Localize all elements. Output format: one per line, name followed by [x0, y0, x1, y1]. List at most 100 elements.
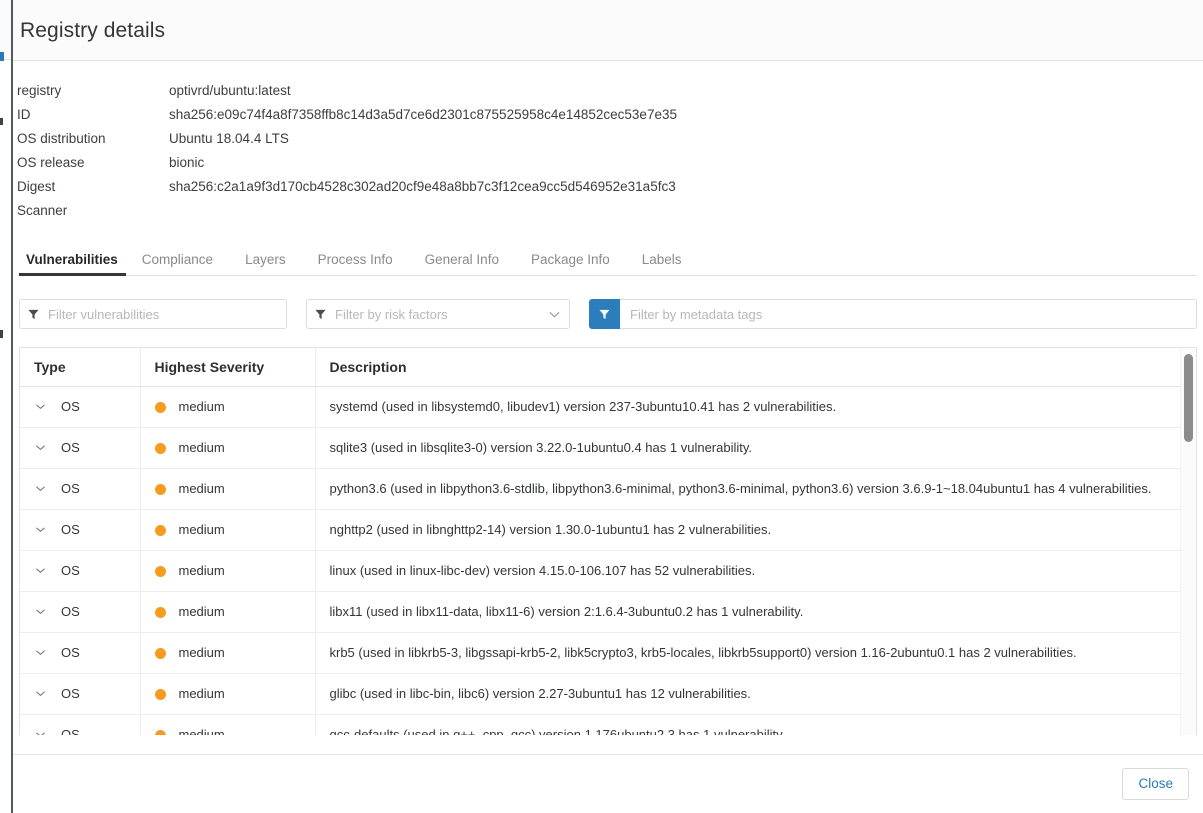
chevron-down-icon[interactable]: [34, 400, 48, 414]
severity-cell: medium: [155, 562, 305, 580]
severity-label: medium: [179, 644, 225, 662]
column-header-description[interactable]: Description: [315, 348, 1186, 387]
filter-vulnerabilities-input[interactable]: Filter vulnerabilities: [19, 299, 287, 329]
cell-type: OS: [20, 387, 140, 428]
cell-description: glibc (used in libc-bin, libc6) version …: [315, 674, 1186, 715]
table-row[interactable]: OS medium python3.6 (used in libpython3.6-…: [20, 469, 1186, 510]
type-label: OS: [61, 726, 80, 735]
vulnerabilities-table: Type Highest Severity Description OSmedi…: [20, 348, 1186, 735]
cell-type: OS: [20, 428, 140, 469]
table-row[interactable]: OSmediumgcc-defaults (used in g++, cpp, …: [20, 715, 1186, 736]
tab-vulnerabilities[interactable]: Vulnerabilities: [19, 253, 126, 276]
chevron-down-icon[interactable]: [34, 564, 48, 578]
severity-cell: medium: [155, 603, 305, 621]
detail-row: registry optivrd/ubuntu:latest: [17, 79, 677, 103]
table-header: Type Highest Severity Description: [20, 348, 1186, 387]
filter-metadata-tags: Filter by metadata tags: [589, 299, 1197, 329]
table-body: OSmediumsystemd (used in libsystemd0, li…: [20, 387, 1186, 736]
type-label: OS: [61, 562, 80, 580]
type-cell: OS: [34, 480, 130, 498]
chevron-down-icon[interactable]: [34, 441, 48, 455]
detail-row: OS distribution Ubuntu 18.04.4 LTS: [17, 127, 677, 151]
chevron-down-icon[interactable]: [548, 308, 561, 321]
severity-cell: medium: [155, 726, 305, 735]
severity-dot: [155, 402, 166, 413]
severity-cell: medium: [155, 439, 305, 457]
cell-description: krb5 (used in libkrb5-3, libgssapi-krb5-…: [315, 633, 1186, 674]
cell-type: OS: [20, 715, 140, 736]
modal-header: Registry details: [13, 0, 1203, 61]
type-cell: OS: [34, 398, 130, 416]
tab-general-info[interactable]: General Info: [409, 253, 515, 276]
table-scrollbar-thumb[interactable]: [1184, 354, 1193, 442]
chevron-down-icon[interactable]: [34, 605, 48, 619]
tab-bar: Vulnerabilities Compliance Layers Proces…: [19, 242, 1197, 276]
detail-row: ID sha256:e09c74f4a8f7358ffb8c14d3a5d7ce…: [17, 103, 677, 127]
cell-severity: medium: [140, 674, 315, 715]
detail-key: OS release: [17, 151, 169, 175]
severity-dot: [155, 525, 166, 536]
filter-metadata-tags-input[interactable]: Filter by metadata tags: [620, 299, 1197, 329]
cell-severity: medium: [140, 469, 315, 510]
column-header-type[interactable]: Type: [20, 348, 140, 387]
type-cell: OS: [34, 562, 130, 580]
severity-dot: [155, 607, 166, 618]
column-header-severity[interactable]: Highest Severity: [140, 348, 315, 387]
table-header-row: Type Highest Severity Description: [20, 348, 1186, 387]
detail-key: Digest: [17, 175, 169, 199]
table-row[interactable]: OS medium linux (used in linux-libc-dev) v…: [20, 551, 1186, 592]
tab-compliance[interactable]: Compliance: [126, 253, 229, 276]
cell-description: python3.6 (used in libpython3.6-stdlib, …: [315, 469, 1186, 510]
table-row[interactable]: OSmediumsystemd (used in libsystemd0, li…: [20, 387, 1186, 428]
severity-label: medium: [179, 480, 225, 498]
table-row[interactable]: OSmediumglibc (used in libc-bin, libc6) …: [20, 674, 1186, 715]
severity-label: medium: [179, 562, 225, 580]
detail-key: registry: [17, 79, 169, 103]
chevron-down-icon[interactable]: [34, 646, 48, 660]
severity-dot: [155, 689, 166, 700]
close-button[interactable]: Close: [1122, 768, 1189, 800]
filter-risk-factors-select[interactable]: Filter by risk factors: [306, 299, 570, 329]
type-cell: OS: [34, 644, 130, 662]
table-row[interactable]: OS medium krb5 (used in libkrb5-3, libgssa…: [20, 633, 1186, 674]
severity-label: medium: [179, 603, 225, 621]
cell-severity: medium: [140, 633, 315, 674]
chevron-down-icon[interactable]: [34, 687, 48, 701]
severity-cell: medium: [155, 644, 305, 662]
tab-process-info[interactable]: Process Info: [302, 253, 409, 276]
detail-value: [169, 199, 677, 223]
cell-type: OS: [20, 551, 140, 592]
cell-type: OS: [20, 592, 140, 633]
table-row[interactable]: OSmediumnghttp2 (used in libnghttp2-14) …: [20, 510, 1186, 551]
cell-description: linux (used in linux-libc-dev) version 4…: [315, 551, 1186, 592]
cell-severity: medium: [140, 592, 315, 633]
background-page-header: [0, 0, 11, 60]
modal-body: registry optivrd/ubuntu:latest ID sha256…: [13, 61, 1203, 754]
type-label: OS: [61, 398, 80, 416]
type-cell: OS: [34, 439, 130, 457]
cell-severity: medium: [140, 510, 315, 551]
tab-labels[interactable]: Labels: [626, 253, 698, 276]
table-row[interactable]: OSmediumlibx11 (used in libx11-data, lib…: [20, 592, 1186, 633]
filter-metadata-button[interactable]: [589, 299, 620, 329]
severity-label: medium: [179, 398, 225, 416]
table-row[interactable]: OSmediumsqlite3 (used in libsqlite3-0) v…: [20, 428, 1186, 469]
cell-severity: medium: [140, 428, 315, 469]
tab-package-info[interactable]: Package Info: [515, 253, 626, 276]
cell-type: OS: [20, 510, 140, 551]
table-scrollbar-track[interactable]: [1180, 349, 1196, 735]
detail-value: sha256:e09c74f4a8f7358ffb8c14d3a5d7ce6d2…: [169, 103, 677, 127]
detail-key: ID: [17, 103, 169, 127]
chevron-down-icon[interactable]: [34, 482, 48, 496]
severity-cell: medium: [155, 521, 305, 539]
chevron-down-icon[interactable]: [34, 523, 48, 537]
background-page-sliver: [0, 0, 13, 813]
filter-vulnerabilities-placeholder: Filter vulnerabilities: [48, 307, 159, 322]
severity-dot: [155, 648, 166, 659]
detail-row: OS release bionic: [17, 151, 677, 175]
detail-value: Ubuntu 18.04.4 LTS: [169, 127, 677, 151]
modal-footer: Close: [13, 754, 1203, 813]
filter-metadata-tags-placeholder: Filter by metadata tags: [630, 307, 762, 322]
chevron-down-icon[interactable]: [34, 728, 48, 735]
tab-layers[interactable]: Layers: [229, 253, 302, 276]
